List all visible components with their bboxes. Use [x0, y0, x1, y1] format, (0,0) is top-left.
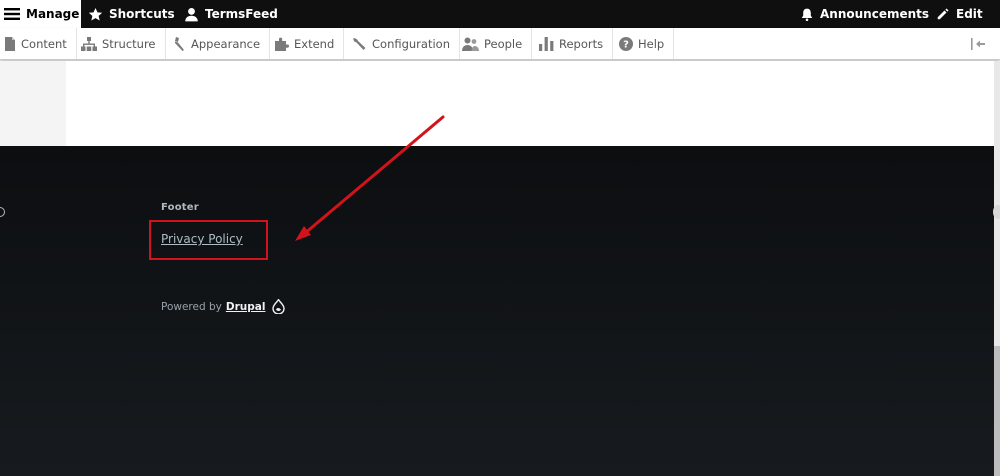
- tray-item-label: Content: [21, 36, 67, 51]
- tray-item-label: People: [484, 36, 523, 51]
- footer-heading: Footer: [161, 202, 199, 213]
- vertical-scrollbar[interactable]: [994, 61, 1000, 476]
- tray-item-label: Reports: [559, 36, 604, 51]
- edge-handle-icon: [993, 205, 1000, 219]
- wrench-icon: [353, 37, 366, 50]
- brush-icon: [175, 36, 184, 51]
- tray-item-reports[interactable]: Reports: [535, 28, 614, 59]
- privacy-policy-link[interactable]: Privacy Policy: [161, 232, 243, 246]
- tray-orientation-toggle[interactable]: [970, 36, 986, 55]
- main-content-region: [66, 61, 994, 146]
- announcements-button[interactable]: Announcements: [800, 0, 929, 28]
- content-sidebar-region: [0, 61, 66, 146]
- collapse-left-icon: [971, 38, 985, 50]
- edit-button[interactable]: Edit: [936, 0, 983, 28]
- user-label: TermsFeed: [205, 7, 278, 21]
- powered-by: Powered by Drupal: [161, 299, 286, 314]
- bell-icon: [801, 8, 813, 21]
- tray-item-appearance[interactable]: Appearance: [166, 28, 271, 59]
- tray-item-label: Extend: [294, 36, 335, 51]
- sitemap-icon: [81, 36, 97, 51]
- drupal-drop-icon: [272, 299, 286, 314]
- svg-text:?: ?: [623, 39, 629, 50]
- edit-label: Edit: [956, 7, 983, 21]
- admin-toolbar: Manage Shortcuts TermsFeed Announcements…: [0, 0, 1000, 28]
- people-icon: [462, 37, 479, 51]
- tray-item-extend[interactable]: Extend: [270, 28, 345, 59]
- tray-item-label: Appearance: [191, 36, 261, 51]
- tray-item-help[interactable]: ? Help: [615, 28, 675, 59]
- site-footer: Footer Privacy Policy Powered by Drupal: [0, 146, 994, 476]
- user-button[interactable]: TermsFeed: [184, 0, 278, 28]
- manage-label: Manage: [26, 7, 80, 21]
- tray-item-label: Structure: [102, 36, 156, 51]
- shortcuts-button[interactable]: Shortcuts: [88, 0, 175, 28]
- circle-handle-icon: [0, 207, 5, 217]
- hamburger-icon: [4, 8, 20, 20]
- admin-tray: Content Structure Appearance Extend Conf…: [0, 28, 1000, 60]
- drupal-link[interactable]: Drupal: [226, 301, 266, 313]
- star-icon: [88, 7, 103, 20]
- tray-item-label: Help: [638, 36, 665, 51]
- tray-item-label: Configuration: [372, 36, 450, 51]
- shortcuts-label: Shortcuts: [109, 7, 175, 21]
- document-icon: [5, 36, 15, 51]
- tray-item-configuration[interactable]: Configuration: [347, 28, 460, 59]
- tray-item-people[interactable]: People: [458, 28, 533, 59]
- announcements-label: Announcements: [820, 7, 930, 21]
- help-icon: ?: [619, 36, 633, 51]
- user-icon: [185, 7, 198, 21]
- powered-by-text: Powered by: [161, 300, 222, 313]
- tray-item-structure[interactable]: Structure: [77, 28, 166, 59]
- manage-button[interactable]: Manage: [0, 0, 81, 28]
- tray-item-content[interactable]: Content: [0, 28, 77, 59]
- bar-chart-icon: [539, 36, 554, 51]
- scrollbar-thumb[interactable]: [994, 346, 1000, 476]
- puzzle-icon: [275, 37, 289, 51]
- pencil-icon: [937, 8, 949, 20]
